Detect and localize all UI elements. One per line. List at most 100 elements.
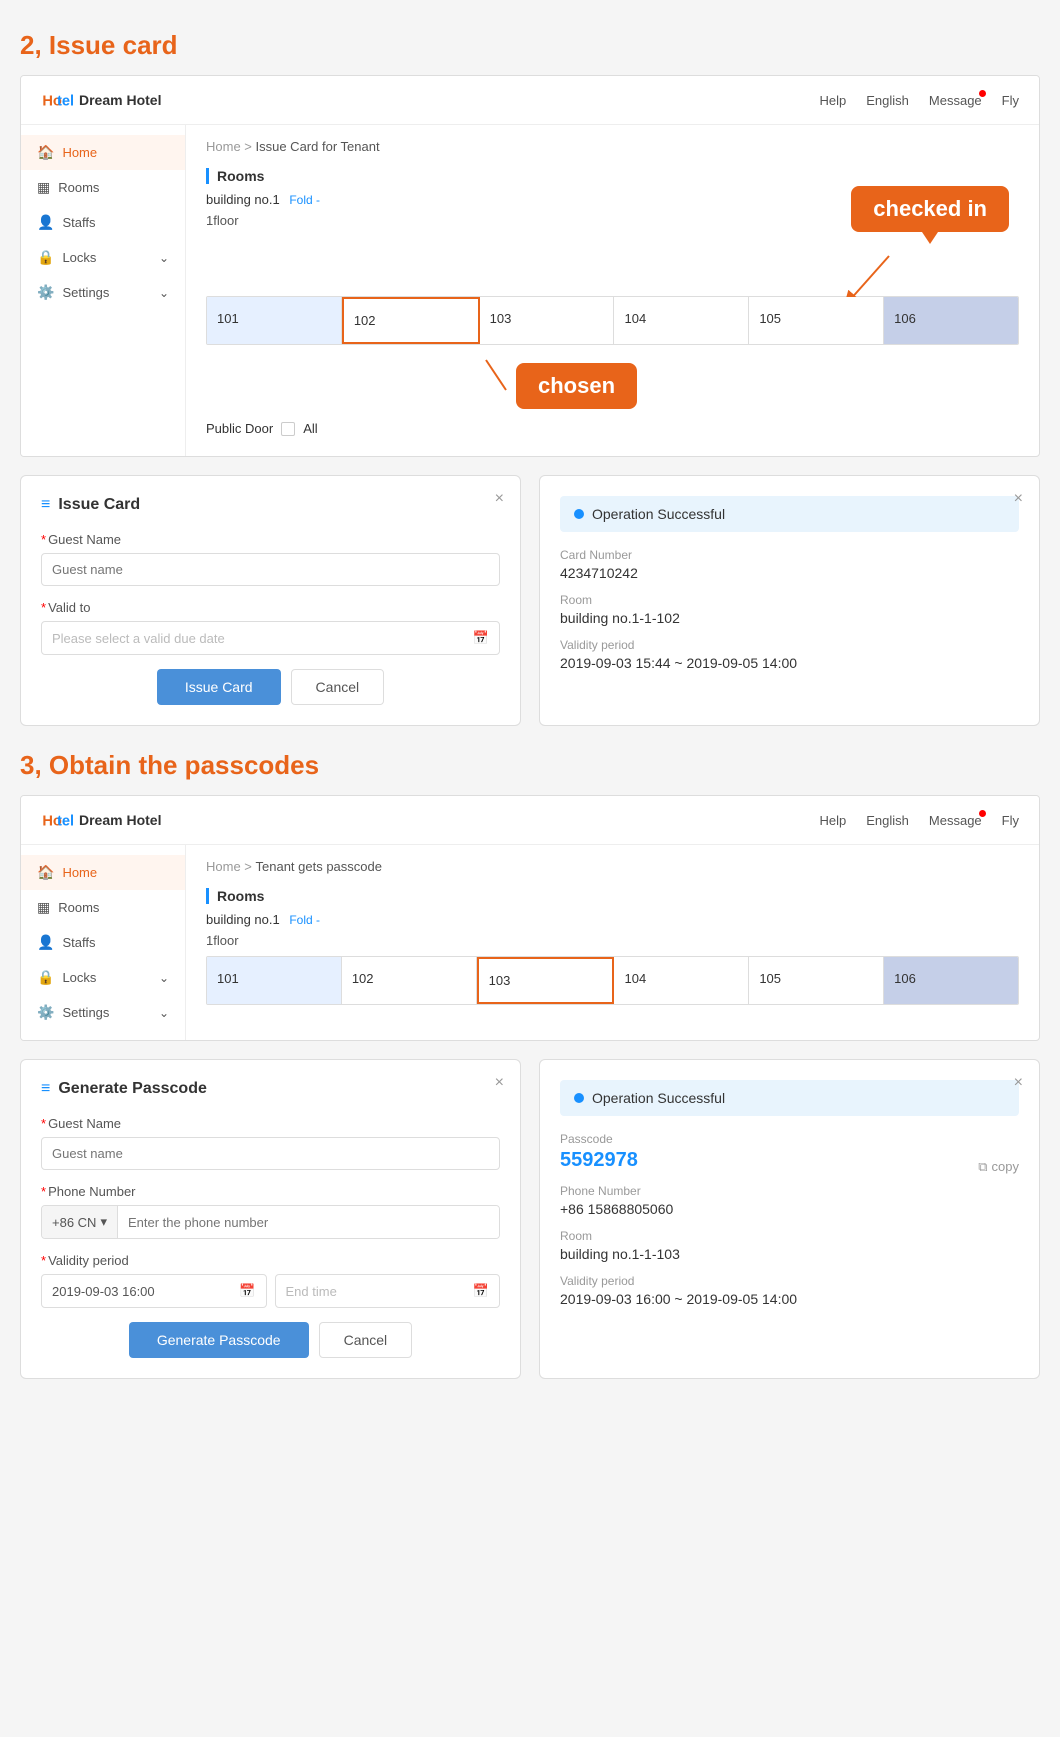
rooms-section-label-2: Rooms — [206, 888, 1019, 904]
issue-success-dialog: × Operation Successful Card Number 42347… — [539, 475, 1040, 726]
chosen-callout-area: chosen — [206, 355, 1019, 415]
room-cell-106-1[interactable]: 106 — [884, 297, 1018, 344]
calendar-icon-1: 📅 — [473, 630, 489, 646]
guest-name-input[interactable] — [41, 553, 500, 586]
rooms-callout-container-1: checked in 101 102 103 104 105 106 — [206, 236, 1019, 415]
public-door-all-1: All — [303, 421, 317, 436]
issue-card-close[interactable]: × — [495, 490, 504, 508]
sidebar-item-locks-1[interactable]: 🔒 Locks — [21, 240, 185, 275]
room-cell-103-2[interactable]: 103 — [477, 957, 615, 1004]
room-cell-103-1[interactable]: 103 — [480, 297, 615, 344]
valid-to-input[interactable]: Please select a valid due date 📅 — [41, 621, 500, 655]
dialog-row-2: ≡ Generate Passcode × *Guest Name *Phone… — [20, 1059, 1040, 1379]
sidebar-item-locks-2[interactable]: 🔒 Locks — [21, 960, 185, 995]
issue-card-icon: ≡ — [41, 496, 50, 514]
sidebar-label-staffs-1: Staffs — [62, 215, 95, 230]
room-cell-101-2[interactable]: 101 — [207, 957, 342, 1004]
copy-icon: ⧉ — [978, 1159, 987, 1175]
gen-phone-label: *Phone Number — [41, 1184, 500, 1199]
passcode-success-close[interactable]: × — [1014, 1074, 1023, 1092]
public-door-checkbox-1[interactable] — [281, 422, 295, 436]
svg-text:tel: tel — [57, 813, 73, 829]
gen-guest-name-input[interactable] — [41, 1137, 500, 1170]
main-content-2: Home > Tenant gets passcode Rooms buildi… — [186, 845, 1039, 1040]
sidebar-label-home-2: Home — [62, 865, 97, 880]
hotel-body-2: 🏠 Home ▦ Rooms 👤 Staffs 🔒 Locks ⚙️ Setti… — [21, 845, 1039, 1040]
callout-checked-in: checked in — [851, 186, 1009, 232]
section-title-2: 3, Obtain the passcodes — [20, 750, 1040, 781]
rooms-grid-1: 101 102 103 104 105 106 — [206, 296, 1019, 345]
gen-pass-cancel-button[interactable]: Cancel — [319, 1322, 413, 1358]
sidebar-item-home-1[interactable]: 🏠 Home — [21, 135, 185, 170]
gen-pass-close[interactable]: × — [495, 1074, 504, 1092]
generate-passcode-dialog: ≡ Generate Passcode × *Guest Name *Phone… — [20, 1059, 521, 1379]
valid-to-placeholder: Please select a valid due date — [52, 631, 225, 646]
nav-english-1[interactable]: English — [866, 93, 909, 108]
passcode-value: 5592978 — [560, 1149, 638, 1172]
issue-card-title: Issue Card — [58, 496, 140, 514]
issue-room-value: building no.1-1-102 — [560, 610, 1019, 626]
nav-english-2[interactable]: English — [866, 813, 909, 828]
passcode-success-text: Operation Successful — [592, 1090, 725, 1106]
issue-validity-label: Validity period — [560, 638, 1019, 652]
rooms-section-label-1: Rooms — [206, 168, 1019, 184]
room-cell-105-1[interactable]: 105 — [749, 297, 884, 344]
room-cell-106-2[interactable]: 106 — [884, 957, 1018, 1004]
sidebar-label-locks-2: Locks — [62, 970, 96, 985]
sidebar-label-locks-1: Locks — [62, 250, 96, 265]
issue-success-close[interactable]: × — [1014, 490, 1023, 508]
room-cell-102-2[interactable]: 102 — [342, 957, 477, 1004]
copy-button[interactable]: ⧉ copy — [978, 1159, 1019, 1175]
settings-icon-2: ⚙️ — [37, 1004, 54, 1021]
hotel-logo-1: Ho tel Dream Hotel — [41, 86, 161, 114]
passcode-success-header: Operation Successful — [560, 1080, 1019, 1116]
rooms-grid-2: 101 102 103 104 105 106 — [206, 956, 1019, 1005]
staffs-icon-1: 👤 — [37, 214, 54, 231]
fold-link-2[interactable]: Fold - — [289, 913, 320, 927]
start-cal-icon: 📅 — [239, 1283, 255, 1299]
room-cell-104-2[interactable]: 104 — [614, 957, 749, 1004]
sidebar-item-home-2[interactable]: 🏠 Home — [21, 855, 185, 890]
room-cell-102-1[interactable]: 102 — [342, 297, 480, 344]
hotel-name-2: Dream Hotel — [79, 812, 161, 828]
room-cell-104-1[interactable]: 104 — [614, 297, 749, 344]
hotel-name-1: Dream Hotel — [79, 92, 161, 108]
end-time-input[interactable]: End time 📅 — [275, 1274, 501, 1308]
main-content-1: Home > Issue Card for Tenant Rooms build… — [186, 125, 1039, 456]
nav-fly-2[interactable]: Fly — [1002, 813, 1019, 828]
sidebar-item-settings-2[interactable]: ⚙️ Settings — [21, 995, 185, 1030]
phone-country-selector[interactable]: +86 CN ▾ — [42, 1206, 118, 1238]
start-date-value: 2019-09-03 16:00 — [52, 1284, 155, 1299]
home-icon-1: 🏠 — [37, 144, 54, 161]
nav-help-1[interactable]: Help — [820, 93, 847, 108]
hotel-header-1: Ho tel Dream Hotel Help English Message … — [21, 76, 1039, 125]
sidebar-item-staffs-1[interactable]: 👤 Staffs — [21, 205, 185, 240]
room-cell-105-2[interactable]: 105 — [749, 957, 884, 1004]
hotel-body-1: 🏠 Home ▦ Rooms 👤 Staffs 🔒 Locks ⚙️ Setti… — [21, 125, 1039, 456]
room-cell-101-1[interactable]: 101 — [207, 297, 342, 344]
generate-passcode-button[interactable]: Generate Passcode — [129, 1322, 309, 1358]
nav-fly-1[interactable]: Fly — [1002, 93, 1019, 108]
issue-validity-value: 2019-09-03 15:44 ~ 2019-09-05 14:00 — [560, 655, 1019, 671]
sidebar-item-staffs-2[interactable]: 👤 Staffs — [21, 925, 185, 960]
sidebar-item-rooms-1[interactable]: ▦ Rooms — [21, 170, 185, 205]
issue-card-button[interactable]: Issue Card — [157, 669, 281, 705]
nav-message-2[interactable]: Message — [929, 813, 982, 828]
rooms-icon-2: ▦ — [37, 899, 50, 916]
gen-validity-label: *Validity period — [41, 1253, 500, 1268]
sidebar-item-settings-1[interactable]: ⚙️ Settings — [21, 275, 185, 310]
issue-card-cancel-button[interactable]: Cancel — [291, 669, 385, 705]
issue-success-header: Operation Successful — [560, 496, 1019, 532]
dialog-row-1: ≡ Issue Card × *Guest Name *Valid to Ple… — [20, 475, 1040, 726]
issue-room-label: Room — [560, 593, 1019, 607]
fold-link-1[interactable]: Fold - — [289, 193, 320, 207]
sidebar-label-settings-1: Settings — [62, 285, 109, 300]
sidebar-item-rooms-2[interactable]: ▦ Rooms — [21, 890, 185, 925]
gen-guest-name-label: *Guest Name — [41, 1116, 500, 1131]
phone-number-input[interactable] — [118, 1206, 499, 1238]
passcode-success-dialog: × Operation Successful Passcode 5592978 … — [539, 1059, 1040, 1379]
start-date-input[interactable]: 2019-09-03 16:00 📅 — [41, 1274, 267, 1308]
end-time-placeholder: End time — [286, 1284, 337, 1299]
nav-help-2[interactable]: Help — [820, 813, 847, 828]
nav-message-1[interactable]: Message — [929, 93, 982, 108]
